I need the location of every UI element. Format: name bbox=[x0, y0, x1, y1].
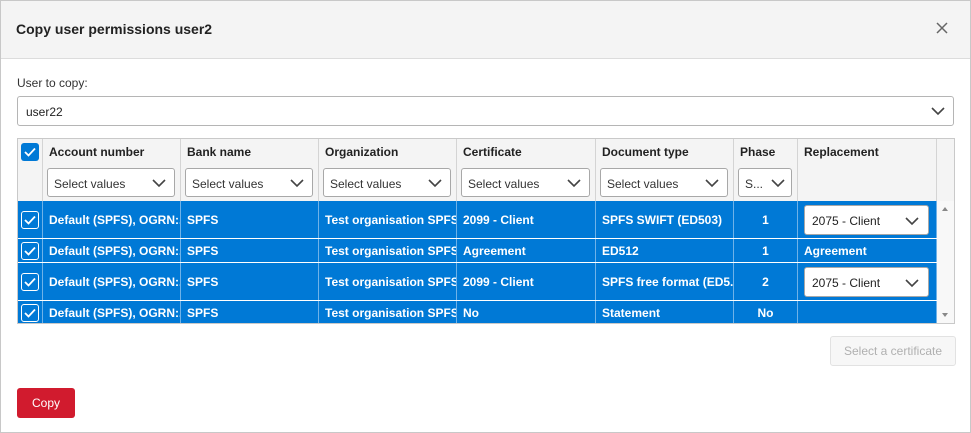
cell-bank: SPFS bbox=[181, 301, 319, 323]
cell-certificate: 2099 - Client bbox=[457, 263, 596, 300]
check-icon bbox=[24, 147, 36, 157]
cell-account: Default (SPFS), OGRN:... bbox=[43, 201, 181, 238]
cell-certificate: Agreement bbox=[457, 239, 596, 262]
cell-certificate: 2099 - Client bbox=[457, 201, 596, 238]
filter-bank-name[interactable]: Select values bbox=[185, 168, 313, 197]
chevron-down-icon bbox=[905, 217, 919, 226]
row-checkbox[interactable] bbox=[21, 241, 39, 260]
col-document-type[interactable]: Document type bbox=[596, 139, 734, 164]
user-to-copy-label: User to copy: bbox=[17, 76, 88, 90]
col-phase[interactable]: Phase bbox=[734, 139, 798, 164]
col-replacement[interactable]: Replacement bbox=[798, 139, 937, 164]
cell-account: Default (SPFS), OGRN:... bbox=[43, 301, 181, 323]
filter-organization[interactable]: Select values bbox=[323, 168, 451, 197]
select-all-cell bbox=[18, 139, 43, 164]
cell-replacement: Agreement bbox=[798, 239, 937, 262]
col-account-number[interactable]: Account number bbox=[43, 139, 181, 164]
filter-certificate[interactable]: Select values bbox=[461, 168, 590, 197]
chevron-down-icon bbox=[567, 179, 581, 188]
cell-account: Default (SPFS), OGRN:... bbox=[43, 239, 181, 262]
cell-organization: Test organisation SPFS bbox=[319, 239, 457, 262]
close-icon[interactable] bbox=[934, 20, 950, 36]
user-to-copy-select[interactable]: user22 bbox=[17, 96, 954, 126]
dialog-header: Copy user permissions user2 bbox=[1, 1, 970, 59]
cell-phase: No bbox=[734, 301, 798, 323]
filter-phase[interactable]: S... bbox=[738, 168, 792, 197]
row-checkbox[interactable] bbox=[21, 272, 39, 291]
cell-phase: 1 bbox=[734, 201, 798, 238]
chevron-down-icon bbox=[771, 179, 785, 188]
filter-document-type[interactable]: Select values bbox=[600, 168, 728, 197]
cell-document-type: SPFS SWIFT (ED503) bbox=[596, 201, 734, 238]
cell-replacement bbox=[798, 301, 937, 323]
copy-button[interactable]: Copy bbox=[17, 388, 75, 418]
cell-certificate: No bbox=[457, 301, 596, 323]
check-icon bbox=[24, 308, 36, 318]
check-icon bbox=[24, 277, 36, 287]
filter-account-number[interactable]: Select values bbox=[47, 168, 175, 197]
cell-document-type: Statement bbox=[596, 301, 734, 323]
grid-scrollbar[interactable] bbox=[937, 201, 954, 323]
cell-bank: SPFS bbox=[181, 239, 319, 262]
col-bank-name[interactable]: Bank name bbox=[181, 139, 319, 164]
col-certificate[interactable]: Certificate bbox=[457, 139, 596, 164]
dialog-title: Copy user permissions user2 bbox=[16, 21, 213, 37]
cell-document-type: SPFS free format (ED5... bbox=[596, 263, 734, 300]
grid-filter-row: Select values Select values Select value… bbox=[18, 164, 937, 202]
chevron-down-icon bbox=[428, 179, 442, 188]
replacement-select[interactable]: 2075 - Client bbox=[804, 267, 929, 297]
table-row[interactable]: Default (SPFS), OGRN:... SPFS Test organ… bbox=[18, 239, 937, 263]
col-organization[interactable]: Organization bbox=[319, 139, 457, 164]
chevron-down-icon bbox=[905, 279, 919, 288]
scroll-down-icon[interactable] bbox=[942, 313, 948, 317]
select-all-checkbox[interactable] bbox=[21, 142, 39, 161]
chevron-down-icon bbox=[931, 107, 945, 116]
table-row[interactable]: Default (SPFS), OGRN:... SPFS Test organ… bbox=[18, 263, 937, 301]
chevron-down-icon bbox=[290, 179, 304, 188]
chevron-down-icon bbox=[705, 179, 719, 188]
copy-permissions-dialog: Copy user permissions user2 User to copy… bbox=[0, 0, 971, 433]
check-icon bbox=[24, 215, 36, 225]
table-row[interactable]: Default (SPFS), OGRN:... SPFS Test organ… bbox=[18, 201, 937, 239]
cell-bank: SPFS bbox=[181, 201, 319, 238]
row-checkbox[interactable] bbox=[21, 303, 39, 322]
grid-header-row: Account number Bank name Organization Ce… bbox=[18, 139, 937, 165]
check-icon bbox=[24, 246, 36, 256]
scroll-up-icon[interactable] bbox=[942, 207, 948, 211]
cell-phase: 1 bbox=[734, 239, 798, 262]
user-to-copy-value: user22 bbox=[26, 105, 63, 119]
cell-document-type: ED512 bbox=[596, 239, 734, 262]
cell-bank: SPFS bbox=[181, 263, 319, 300]
cell-organization: Test organisation SPFS bbox=[319, 201, 457, 238]
select-certificate-button[interactable]: Select a certificate bbox=[830, 336, 956, 366]
table-row[interactable]: Default (SPFS), OGRN:... SPFS Test organ… bbox=[18, 301, 937, 323]
row-checkbox[interactable] bbox=[21, 210, 39, 229]
replacement-select[interactable]: 2075 - Client bbox=[804, 205, 929, 235]
cell-organization: Test organisation SPFS bbox=[319, 301, 457, 323]
cell-account: Default (SPFS), OGRN:... bbox=[43, 263, 181, 300]
permissions-grid: Account number Bank name Organization Ce… bbox=[17, 138, 955, 324]
chevron-down-icon bbox=[152, 179, 166, 188]
cell-organization: Test organisation SPFS bbox=[319, 263, 457, 300]
cell-phase: 2 bbox=[734, 263, 798, 300]
